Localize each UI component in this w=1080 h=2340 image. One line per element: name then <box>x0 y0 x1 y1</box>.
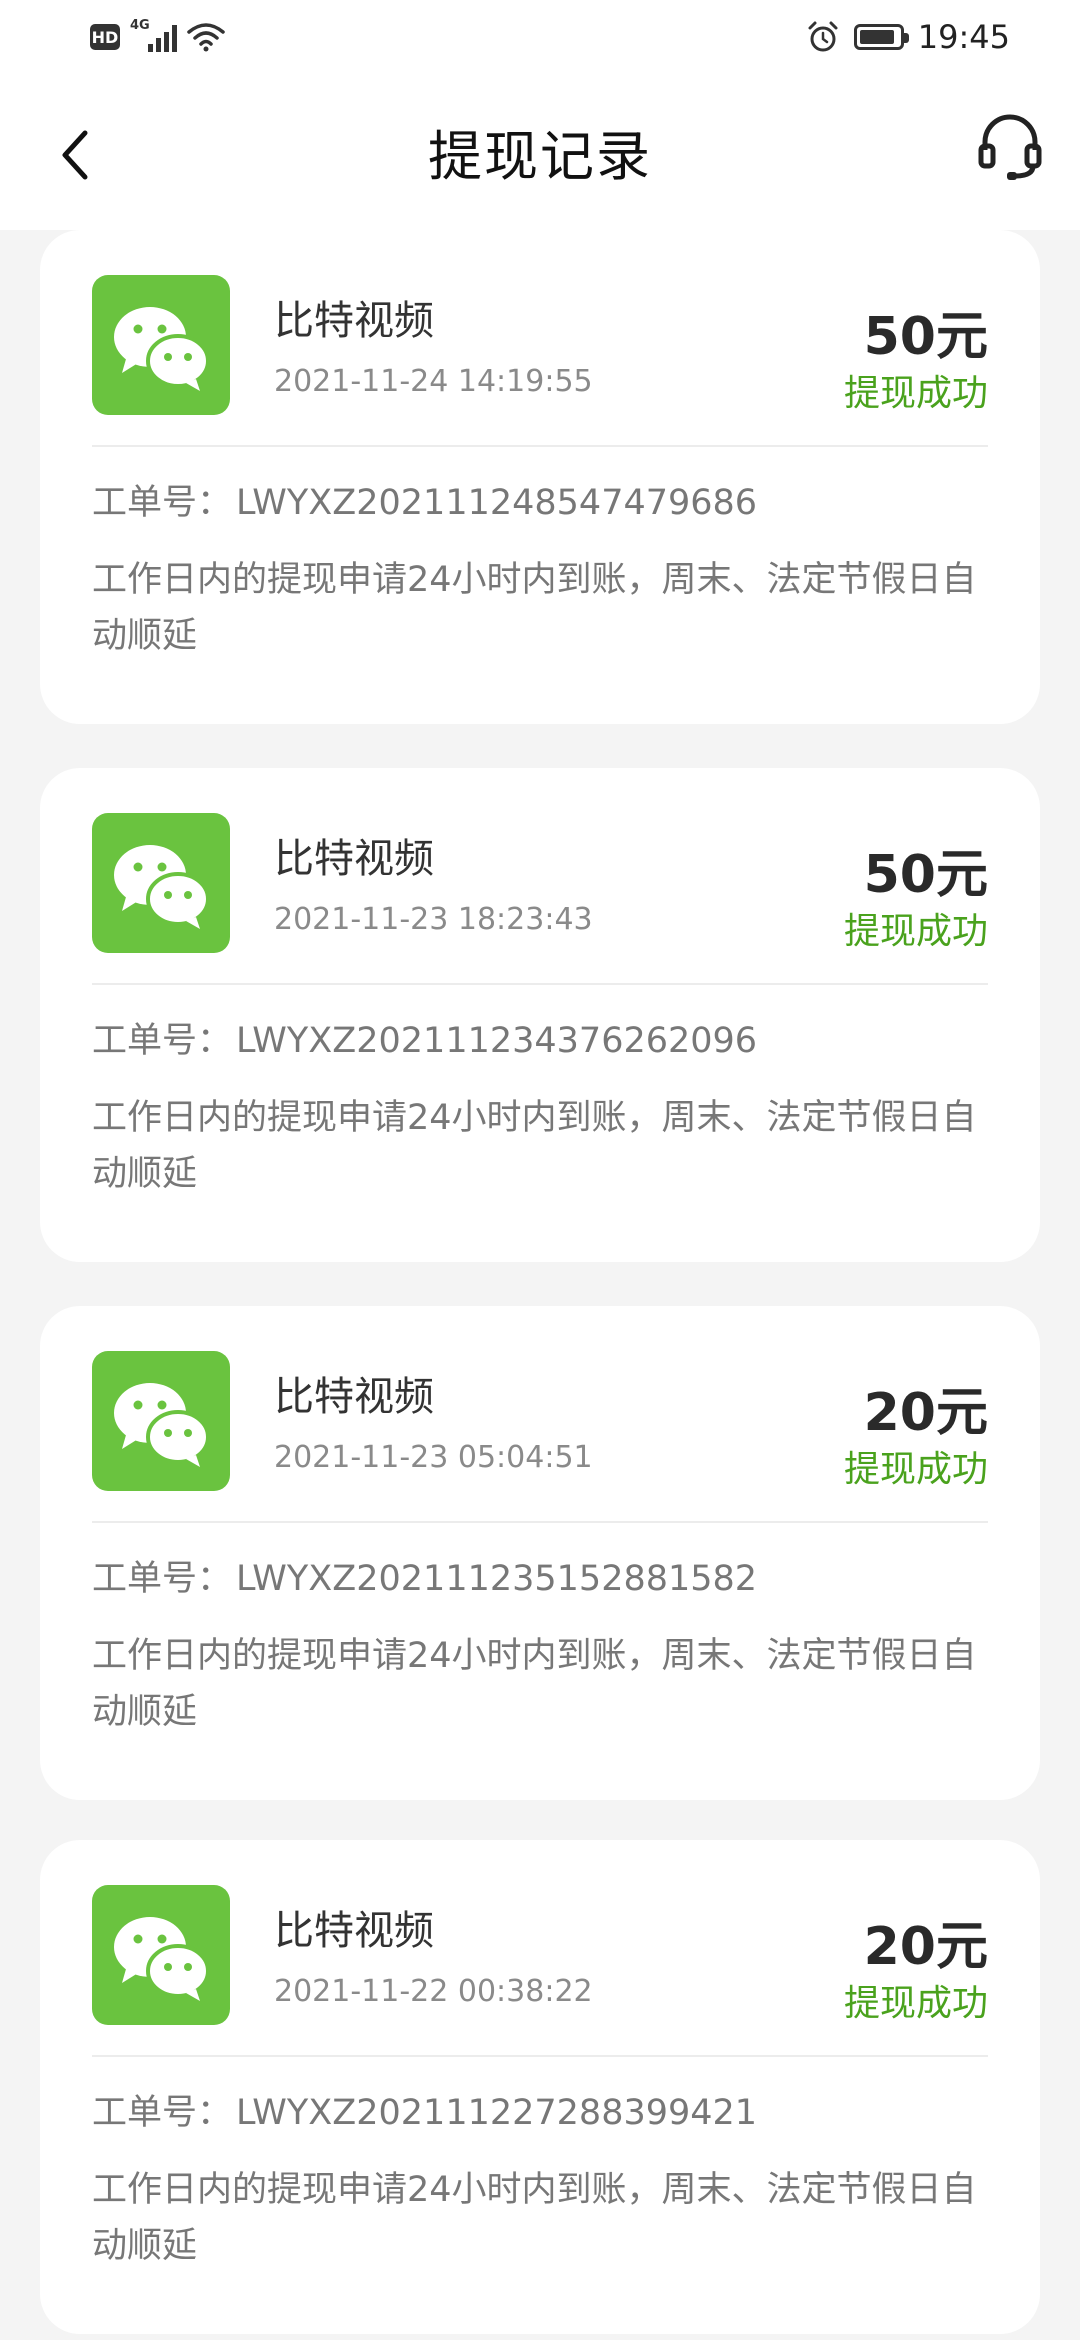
record-card[interactable]: 比特视频 2021-11-24 14:19:55 50元 提现成功 工单号： LW… <box>40 230 1040 724</box>
divider <box>92 445 988 447</box>
app-name: 比特视频 <box>274 298 434 344</box>
record-time: 2021-11-22 00:38:22 <box>274 1974 593 2009</box>
record-time: 2021-11-24 14:19:55 <box>274 364 593 399</box>
record-time: 2021-11-23 18:23:43 <box>274 902 593 937</box>
wechat-icon <box>92 275 230 415</box>
status-bar: HD 4G 19:45 <box>0 0 1080 80</box>
wechat-icon <box>92 1351 230 1491</box>
app-name: 比特视频 <box>274 1908 434 1954</box>
record-time: 2021-11-23 05:04:51 <box>274 1440 593 1475</box>
signal-icon: 4G <box>130 18 177 52</box>
record-amount: 20元 <box>863 1917 988 1977</box>
status-bar-right: 19:45 <box>806 18 1010 56</box>
order-number: 工单号： LWYXZ202111248547479686 <box>92 474 757 525</box>
order-number: 工单号： LWYXZ202111227288399421 <box>92 2084 757 2135</box>
order-label: 工单号： <box>92 1021 233 1061</box>
order-value: LWYXZ202111227288399421 <box>236 2093 758 2133</box>
order-label: 工单号： <box>92 1559 233 1599</box>
headset-icon <box>978 114 1042 180</box>
order-number: 工单号： LWYXZ202111234376262096 <box>92 1012 757 1063</box>
battery-icon <box>853 24 909 50</box>
order-value: LWYXZ202111235152881582 <box>236 1559 758 1599</box>
clock: 19:45 <box>917 18 1010 56</box>
app-name: 比特视频 <box>274 1374 434 1420</box>
record-header: 比特视频 2021-11-24 14:19:55 50元 提现成功 <box>40 230 1040 445</box>
wifi-icon <box>187 23 225 52</box>
app-name: 比特视频 <box>274 836 434 882</box>
order-label: 工单号： <box>92 483 233 523</box>
record-status: 提现成功 <box>843 1983 988 2024</box>
record-card[interactable]: 比特视频 2021-11-23 05:04:51 20元 提现成功 工单号： LW… <box>40 1306 1040 1800</box>
record-header: 比特视频 2021-11-23 05:04:51 20元 提现成功 <box>40 1306 1040 1521</box>
divider <box>92 2055 988 2057</box>
arrival-note: 工作日内的提现申请24小时内到账，周末、法定节假日自动顺延 <box>92 2170 977 2266</box>
network-type: 4G <box>130 18 150 33</box>
arrival-note: 工作日内的提现申请24小时内到账，周末、法定节假日自动顺延 <box>92 1636 977 1732</box>
record-card[interactable]: 比特视频 2021-11-23 18:23:43 50元 提现成功 工单号： LW… <box>40 768 1040 1262</box>
wechat-icon <box>92 813 230 953</box>
record-status: 提现成功 <box>843 911 988 952</box>
record-header: 比特视频 2021-11-23 18:23:43 50元 提现成功 <box>40 768 1040 983</box>
record-card[interactable]: 比特视频 2021-11-22 00:38:22 20元 提现成功 工单号： LW… <box>40 1840 1040 2334</box>
alarm-icon <box>808 21 838 52</box>
customer-service-button[interactable] <box>970 102 1050 192</box>
order-label: 工单号： <box>92 2093 233 2133</box>
wechat-icon <box>92 1885 230 2025</box>
order-number: 工单号： LWYXZ202111235152881582 <box>92 1550 757 1601</box>
status-bar-left: HD 4G <box>90 18 225 52</box>
record-amount: 20元 <box>863 1383 988 1443</box>
record-status: 提现成功 <box>843 1449 988 1490</box>
hd-badge: HD <box>90 24 120 50</box>
record-status: 提现成功 <box>843 373 988 414</box>
record-amount: 50元 <box>863 307 988 367</box>
arrival-note: 工作日内的提现申请24小时内到账，周末、法定节假日自动顺延 <box>92 1098 977 1194</box>
record-header: 比特视频 2021-11-22 00:38:22 20元 提现成功 <box>40 1840 1040 2055</box>
divider <box>92 983 988 985</box>
order-value: LWYXZ202111248547479686 <box>236 483 758 523</box>
divider <box>92 1521 988 1523</box>
order-value: LWYXZ202111234376262096 <box>236 1021 758 1061</box>
page-title: 提现记录 <box>428 125 652 188</box>
record-amount: 50元 <box>863 845 988 905</box>
arrival-note: 工作日内的提现申请24小时内到账，周末、法定节假日自动顺延 <box>92 560 977 656</box>
nav-bar: 提现记录 <box>0 80 1080 230</box>
